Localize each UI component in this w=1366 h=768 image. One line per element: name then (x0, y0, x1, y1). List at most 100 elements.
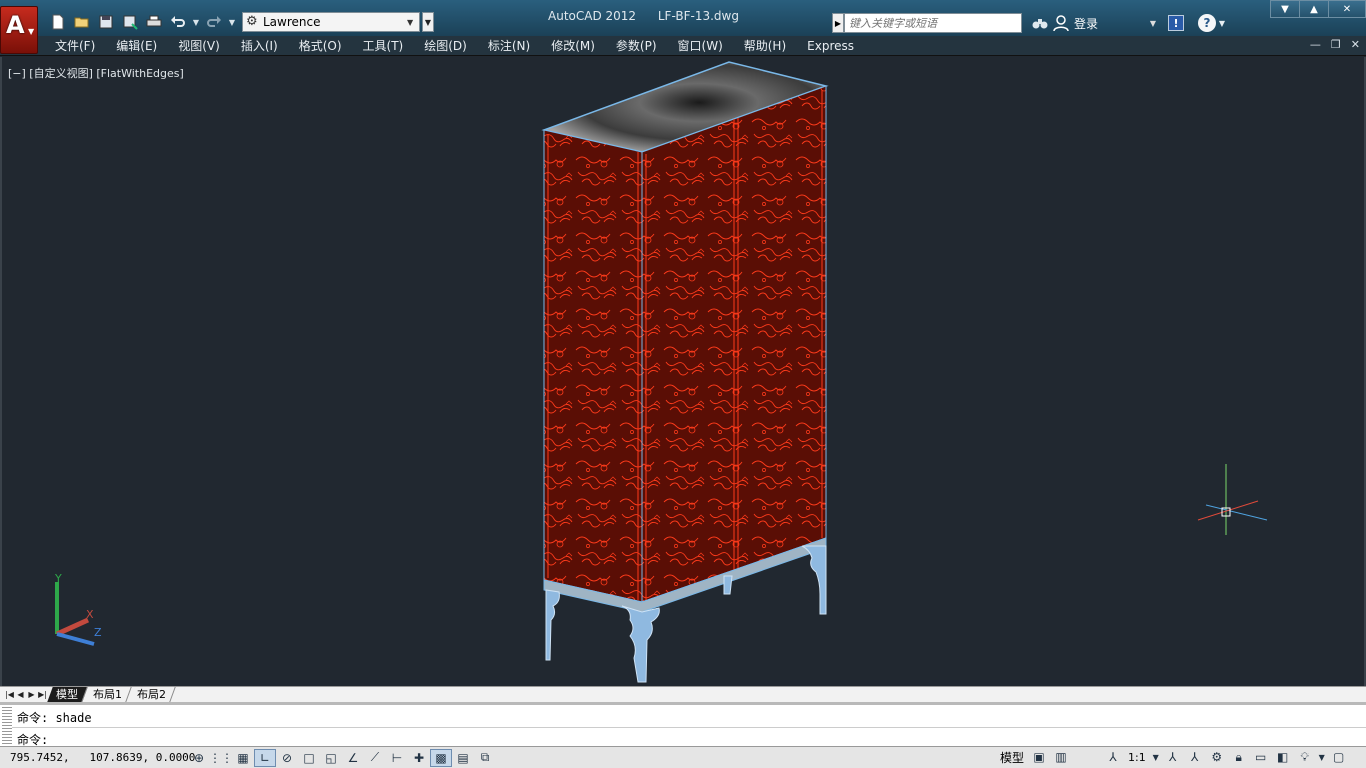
tab-model[interactable]: 模型 (47, 687, 88, 702)
menu-draw[interactable]: 绘图(D) (415, 37, 479, 54)
command-line-grip[interactable] (2, 707, 12, 745)
cabinet-side-panel (543, 129, 643, 603)
menu-express[interactable]: Express (798, 39, 866, 53)
infocenter: ▶ 登录 ▼ ! ? ▼ (832, 12, 1228, 34)
ortho-button[interactable]: ∟ (254, 748, 276, 767)
quick-properties-button[interactable]: ▤ (452, 749, 474, 767)
lineweight-button[interactable]: ✚ (408, 749, 430, 767)
redo-dropdown-icon[interactable]: ▼ (226, 18, 238, 27)
dynamic-input-button[interactable]: ⊢ (386, 749, 408, 767)
title-bar: A ▼ ▼ ▼ ⚙ Lawrence ▼ ▼ AutoCAD 2012 LF-B… (0, 0, 1366, 54)
menu-tools[interactable]: 工具(T) (354, 37, 416, 54)
sign-in-button[interactable]: 登录 ▼ (1052, 14, 1162, 32)
coordinate-readout[interactable]: 795.7452, 107.8639, 0.0000 (0, 751, 195, 764)
tab-label: 布局2 (137, 688, 166, 701)
open-file-button[interactable] (70, 9, 94, 35)
object-snap-tracking-button[interactable]: ∠ (342, 749, 364, 767)
ortho-icon: ∟ (259, 750, 271, 765)
help-dropdown-icon[interactable]: ▼ (1216, 12, 1228, 34)
hardware-acceleration-icon[interactable]: ▭ (1250, 748, 1272, 766)
prev-tab-icon[interactable]: ◀ (15, 690, 26, 699)
binoculars-icon (1032, 19, 1048, 29)
3d-osnap-button[interactable]: ◱ (320, 749, 342, 767)
menu-parametric[interactable]: 参数(P) (607, 37, 669, 54)
chevron-down-icon: ▼ (1149, 18, 1156, 28)
cabinet-leg (621, 605, 660, 683)
menu-modify[interactable]: 修改(M) (542, 37, 607, 54)
tab-layout2[interactable]: 布局2 (128, 687, 176, 702)
application-menu-button[interactable]: A ▼ (0, 6, 38, 54)
first-tab-icon[interactable]: |◀ (4, 690, 15, 699)
last-tab-icon[interactable]: ▶| (37, 690, 48, 699)
auto-scale-icon[interactable]: ⅄ (1184, 748, 1206, 766)
polar-tracking-button[interactable]: ⊘ (276, 749, 298, 767)
dyn-icon: ⊢ (391, 750, 403, 765)
quick-view-drawings-button[interactable]: ▥ (1050, 748, 1072, 766)
doc-close-icon[interactable]: ✕ (1351, 38, 1360, 51)
search-expand-button[interactable]: ▶ (832, 13, 844, 33)
annotation-scale-dropdown-icon[interactable]: ▼ (1150, 748, 1162, 766)
help-icon[interactable]: ? (1198, 14, 1216, 32)
customize-toolbar-button[interactable]: ▼ (422, 12, 434, 32)
command-line[interactable]: 命令: shade 命令: (0, 702, 1366, 747)
annotation-scale-icon[interactable]: ⅄ (1102, 748, 1124, 766)
menu-file[interactable]: 文件(F) (46, 37, 107, 54)
object-snap-button[interactable]: □ (298, 749, 320, 767)
selection-cycling-icon: ⧉ (480, 750, 490, 764)
menu-window[interactable]: 窗口(W) (669, 37, 735, 54)
status-bar: 795.7452, 107.8639, 0.0000 ⊕ ⋮⋮ ▦ ∟ ⊘ □ … (0, 746, 1366, 768)
lock-icon[interactable]: 🔒︎ (1228, 748, 1250, 766)
folder-open-icon (74, 17, 89, 28)
workspace-switching-icon[interactable]: ⚙ (1206, 748, 1228, 766)
menu-view[interactable]: 视图(V) (169, 37, 232, 54)
drawing-canvas[interactable]: [−] [自定义视图] [FlatWithEdges] Y X Z (0, 57, 1366, 686)
document-title: LF-BF-13.dwg (657, 9, 739, 23)
maximize-button[interactable]: ▲ (1299, 0, 1329, 18)
save-button[interactable] (94, 9, 118, 35)
doc-minimize-icon[interactable]: — (1310, 38, 1321, 51)
quick-view-layouts-button[interactable]: ▣ (1028, 748, 1050, 766)
clean-screen-icon[interactable]: ▢ (1328, 748, 1350, 766)
undo-dropdown-icon[interactable]: ▼ (190, 18, 202, 27)
infer-constraints-button[interactable]: ⊕ (188, 749, 210, 767)
menu-insert[interactable]: 插入(I) (232, 37, 290, 54)
redo-button[interactable] (202, 9, 226, 35)
workspace-value: Lawrence (263, 15, 321, 29)
plot-button[interactable] (142, 9, 166, 35)
chevron-down-icon: ▼ (28, 27, 35, 36)
binoculars-search-button[interactable] (1028, 12, 1052, 34)
model-space-button[interactable]: 模型 (1000, 749, 1024, 766)
doc-restore-icon[interactable]: ❐ (1331, 38, 1341, 51)
tab-layout1[interactable]: 布局1 (84, 687, 132, 702)
menu-help[interactable]: 帮助(H) (735, 37, 798, 54)
annotation-scale-value[interactable]: 1:1 (1128, 751, 1146, 764)
menu-dimension[interactable]: 标注(N) (479, 37, 542, 54)
ucs-x-label: X (86, 608, 94, 621)
annotation-visibility-icon[interactable]: ⅄ (1162, 748, 1184, 766)
new-file-button[interactable] (46, 9, 70, 35)
menu-format[interactable]: 格式(O) (290, 37, 354, 54)
ucs-z-label: Z (94, 626, 102, 639)
ucs-icon: Y X Z (54, 572, 102, 646)
status-menu-dropdown-icon[interactable]: ▼ (1316, 748, 1328, 766)
workspace-dropdown[interactable]: ⚙ Lawrence ▼ (242, 12, 420, 32)
grid-button[interactable]: ▦ (232, 749, 254, 767)
selection-cycling-button[interactable]: ⧉ (474, 749, 496, 767)
exchange-icon[interactable]: ! (1168, 15, 1184, 31)
quick-properties-icon: ▤ (457, 750, 469, 765)
snap-mode-button[interactable]: ⋮⋮ (209, 749, 233, 767)
lightbulb-icon[interactable]: 💡︎ (1294, 748, 1316, 766)
search-input[interactable] (844, 13, 1022, 33)
save-as-button[interactable] (118, 9, 142, 35)
isolate-objects-icon[interactable]: ◧ (1272, 748, 1294, 766)
transparency-button[interactable]: ▩ (430, 748, 452, 767)
dynamic-ucs-button[interactable]: ⟋ (364, 749, 386, 767)
menu-edit[interactable]: 编辑(E) (107, 37, 169, 54)
printer-icon (146, 15, 162, 27)
close-button[interactable]: ✕ (1328, 0, 1366, 18)
minimize-button[interactable]: ▼ (1270, 0, 1300, 18)
layout-tabs-bar: |◀ ◀ ▶ ▶| 模型 布局1 布局2 (0, 686, 1366, 702)
new-file-icon (52, 14, 64, 30)
undo-button[interactable] (166, 9, 190, 35)
next-tab-icon[interactable]: ▶ (26, 690, 37, 699)
